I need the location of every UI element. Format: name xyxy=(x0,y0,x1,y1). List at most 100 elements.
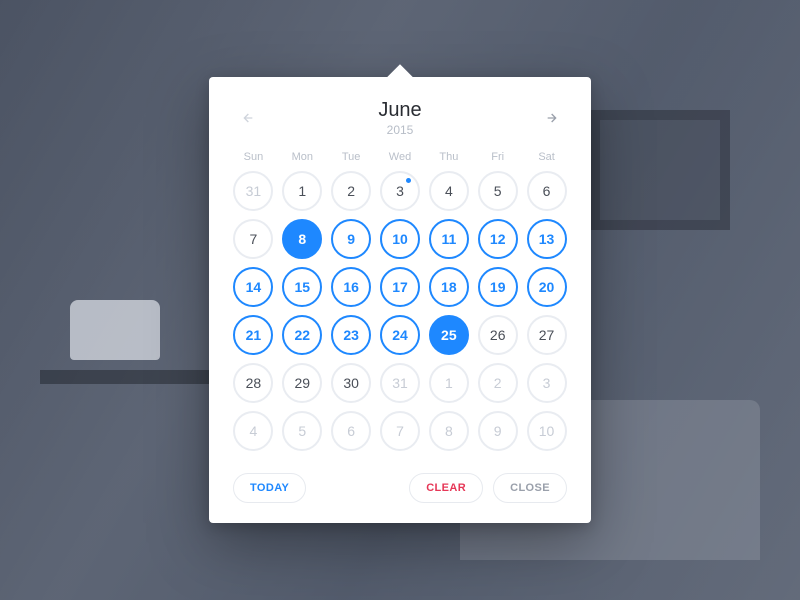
day-cell[interactable]: 9 xyxy=(331,219,371,259)
day-cell[interactable]: 4 xyxy=(429,171,469,211)
day-number: 10 xyxy=(539,423,555,439)
day-cell[interactable]: 31 xyxy=(233,171,273,211)
day-cell[interactable]: 3 xyxy=(380,171,420,211)
day-number: 19 xyxy=(490,279,506,295)
day-cell[interactable]: 31 xyxy=(380,363,420,403)
day-number: 21 xyxy=(246,327,262,343)
day-number: 1 xyxy=(445,375,453,391)
day-number: 30 xyxy=(343,375,359,391)
day-number: 23 xyxy=(343,327,359,343)
day-cell[interactable]: 19 xyxy=(478,267,518,307)
day-number: 28 xyxy=(246,375,262,391)
day-number: 17 xyxy=(392,279,408,295)
event-dot-icon xyxy=(406,178,411,183)
month-label: June xyxy=(378,99,421,122)
day-cell[interactable]: 11 xyxy=(429,219,469,259)
day-cell[interactable]: 14 xyxy=(233,267,273,307)
day-number: 7 xyxy=(396,423,404,439)
day-number: 6 xyxy=(347,423,355,439)
day-number: 1 xyxy=(298,183,306,199)
day-number: 10 xyxy=(392,231,408,247)
day-cell[interactable]: 20 xyxy=(527,267,567,307)
day-number: 26 xyxy=(490,327,506,343)
day-number: 25 xyxy=(441,327,457,343)
day-cell[interactable]: 9 xyxy=(478,411,518,451)
today-button[interactable]: TODAY xyxy=(233,473,306,503)
day-number: 4 xyxy=(250,423,258,439)
arrow-right-icon xyxy=(545,110,561,126)
day-cell[interactable]: 16 xyxy=(331,267,371,307)
day-cell[interactable]: 22 xyxy=(282,315,322,355)
day-number: 31 xyxy=(246,183,262,199)
day-cell[interactable]: 29 xyxy=(282,363,322,403)
day-cell[interactable]: 4 xyxy=(233,411,273,451)
day-cell[interactable]: 1 xyxy=(282,171,322,211)
weekday-label: Tue xyxy=(331,151,372,163)
close-button[interactable]: CLOSE xyxy=(493,473,567,503)
clear-button[interactable]: CLEAR xyxy=(409,473,483,503)
day-number: 12 xyxy=(490,231,506,247)
day-cell[interactable]: 3 xyxy=(527,363,567,403)
day-number: 31 xyxy=(392,375,408,391)
day-number: 8 xyxy=(298,231,306,247)
next-month-button[interactable] xyxy=(539,104,567,132)
day-cell[interactable]: 1 xyxy=(429,363,469,403)
day-number: 20 xyxy=(539,279,555,295)
day-cell[interactable]: 30 xyxy=(331,363,371,403)
day-cell[interactable]: 15 xyxy=(282,267,322,307)
day-number: 24 xyxy=(392,327,408,343)
day-cell[interactable]: 28 xyxy=(233,363,273,403)
calendar-footer: TODAY CLEAR CLOSE xyxy=(233,473,567,503)
day-number: 6 xyxy=(543,183,551,199)
weekday-label: Sat xyxy=(526,151,567,163)
weekday-label: Wed xyxy=(380,151,421,163)
day-number: 5 xyxy=(298,423,306,439)
prev-month-button[interactable] xyxy=(233,104,261,132)
arrow-left-icon xyxy=(239,110,255,126)
day-cell[interactable]: 6 xyxy=(527,171,567,211)
day-cell[interactable]: 26 xyxy=(478,315,518,355)
weekday-label: Fri xyxy=(477,151,518,163)
day-number: 7 xyxy=(250,231,258,247)
day-number: 9 xyxy=(347,231,355,247)
day-number: 18 xyxy=(441,279,457,295)
weekday-label: Sun xyxy=(233,151,274,163)
day-cell[interactable]: 25 xyxy=(429,315,469,355)
day-number: 4 xyxy=(445,183,453,199)
day-number: 27 xyxy=(539,327,555,343)
day-cell[interactable]: 13 xyxy=(527,219,567,259)
day-cell[interactable]: 2 xyxy=(331,171,371,211)
weekday-row: SunMonTueWedThuFriSat xyxy=(233,151,567,163)
month-year-title: June 2015 xyxy=(378,99,421,137)
day-cell[interactable]: 27 xyxy=(527,315,567,355)
day-number: 9 xyxy=(494,423,502,439)
year-label: 2015 xyxy=(378,123,421,137)
day-number: 15 xyxy=(294,279,310,295)
day-cell[interactable]: 17 xyxy=(380,267,420,307)
day-cell[interactable]: 23 xyxy=(331,315,371,355)
day-number: 2 xyxy=(494,375,502,391)
day-number: 16 xyxy=(343,279,359,295)
day-cell[interactable]: 5 xyxy=(478,171,518,211)
day-cell[interactable]: 5 xyxy=(282,411,322,451)
day-cell[interactable]: 8 xyxy=(282,219,322,259)
day-number: 11 xyxy=(441,231,456,247)
day-cell[interactable]: 10 xyxy=(380,219,420,259)
day-cell[interactable]: 21 xyxy=(233,315,273,355)
day-cell[interactable]: 12 xyxy=(478,219,518,259)
weekday-label: Mon xyxy=(282,151,323,163)
day-cell[interactable]: 7 xyxy=(380,411,420,451)
day-cell[interactable]: 24 xyxy=(380,315,420,355)
day-number: 3 xyxy=(396,183,404,199)
day-cell[interactable]: 8 xyxy=(429,411,469,451)
day-number: 2 xyxy=(347,183,355,199)
day-cell[interactable]: 10 xyxy=(527,411,567,451)
day-number: 29 xyxy=(294,375,310,391)
day-cell[interactable]: 2 xyxy=(478,363,518,403)
day-cell[interactable]: 7 xyxy=(233,219,273,259)
day-number: 14 xyxy=(246,279,262,295)
calendar-header: June 2015 xyxy=(233,99,567,137)
day-cell[interactable]: 18 xyxy=(429,267,469,307)
day-number: 8 xyxy=(445,423,453,439)
day-cell[interactable]: 6 xyxy=(331,411,371,451)
